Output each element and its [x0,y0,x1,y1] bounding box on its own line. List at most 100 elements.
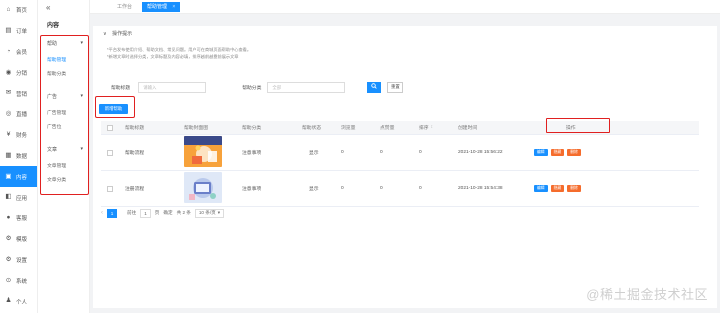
sidebar-item[interactable]: ◉ 分销 [0,62,37,83]
checkbox[interactable] [107,185,113,192]
sidebar-item[interactable]: ● 客服 [0,208,37,229]
sidebar-item[interactable]: ⊙ 系统 [0,270,37,291]
edit-button[interactable]: 编辑 [534,149,548,156]
submenu-group-label: 文章 [47,147,58,153]
sidebar-item[interactable]: ✉ 营销 [0,83,37,104]
service-icon: ● [6,214,11,222]
row-checkbox[interactable] [107,171,113,206]
cell-cover [184,171,222,206]
add-help-button[interactable]: 新增帮助 [99,104,128,114]
delete-button[interactable]: 删除 [567,185,581,192]
submenu-group[interactable]: 文章 ▾ [47,146,83,153]
live-icon: ◎ [5,110,12,118]
title-label: 帮助标题 [111,85,131,91]
sidebar-item-label: 分销 [16,70,28,77]
hide-button[interactable]: 隐藏 [550,185,565,192]
title-input[interactable]: 请输入 [138,81,207,93]
cell-actions: 编辑 隐藏 删除 [534,171,584,206]
chevron-down-icon: ▾ [80,93,83,99]
tab-help-management[interactable]: 帮助管理 × [142,2,181,12]
sidebar-item[interactable]: ⚙ 模版 [0,229,37,250]
cell-created: 2021-10-28 15:54:38 [458,186,503,191]
category-select-value: 全部 [272,84,282,90]
select-all-checkbox[interactable] [107,121,113,134]
reset-button[interactable]: 重置 [387,81,404,93]
operation-tip-body: *平台发布使用介绍、帮助文档、常见问题。用户可在商城页面帮助中心查看。 *新增文… [107,46,251,60]
cell-category: 注意事项 [242,151,262,156]
jump-input[interactable]: 1 [140,208,151,218]
highlight-box-actions [546,118,610,133]
sidebar-item-label: 内容 [16,174,28,181]
chevron-down-icon: ▾ [80,40,83,46]
col-cover: 帮助封面图 [184,126,208,131]
category-label: 帮助分类 [242,85,262,91]
submenu-item[interactable]: 广告管理 [47,109,66,116]
row-checkbox[interactable] [107,135,113,170]
settings-icon: ⚙ [5,255,12,263]
sidebar-item-label: 营销 [16,91,28,98]
category-select[interactable]: 全部 [267,81,346,93]
sidebar-item[interactable]: ◧ 应用 [0,187,37,208]
cell-status: 显示 [309,151,319,156]
template-icon: ⚙ [5,234,12,242]
submenu-group-label: 帮助 [47,41,58,47]
cell-likes: 0 [380,186,383,191]
submenu-group[interactable]: 广告 ▾ [47,93,83,100]
cell-title: 帮助流程 [125,151,145,156]
operation-tip-header[interactable]: ∨ 操作提示 [103,30,132,37]
hide-button[interactable]: 隐藏 [550,149,565,156]
tab-label: 工作台 [117,4,133,10]
submenu-item[interactable]: 文章管理 [47,162,66,169]
sidebar-item-label: 首页 [16,8,28,15]
sidebar-item-label: 系统 [16,278,28,285]
tab-label: 帮助管理 [147,4,168,10]
tab-dashboard[interactable]: 工作台 [112,2,137,12]
page-size-select[interactable]: 10 条/页 ▾ [194,208,225,218]
sidebar-item[interactable]: ▣ 内容 [0,166,37,188]
col-sort[interactable]: 排序 ↕ [419,121,433,134]
search-button[interactable] [367,81,382,93]
cell-status: 显示 [309,187,319,192]
checkbox[interactable] [107,149,113,156]
submenu-item[interactable]: 帮助分类 [47,70,66,77]
watermark: @稀土掘金技术社区 [586,287,708,302]
sidebar-item-label: 直播 [16,112,28,119]
main-content: ∨ 操作提示 *平台发布使用介绍、帮助文档、常见问题。用户可在商城页面帮助中心查… [93,26,717,308]
close-icon[interactable]: × [172,4,175,10]
home-icon: ⌂ [6,6,11,14]
table-row: 帮助流程 注意事项 显示 0 0 0 2021-10-28 15:56:22 编辑 隐藏 删除 [101,135,699,171]
submenu-item[interactable]: 广告位 [47,123,61,130]
cell-title: 注册流程 [125,187,145,192]
col-title: 帮助标题 [125,126,145,131]
cell-actions: 编辑 隐藏 删除 [534,135,584,170]
sidebar-item-label: 应用 [16,195,28,202]
prev-page-button[interactable]: ‹ [101,210,103,216]
collapse-icon[interactable]: « [46,3,50,12]
page-1[interactable]: 1 [107,208,117,218]
sidebar-item[interactable]: ◎ 直播 [0,104,37,125]
sidebar-item[interactable]: ♟ 个人 [0,291,37,312]
sidebar-item[interactable]: ⚙ 设置 [0,250,37,271]
sidebar-item[interactable]: ⌂ 首页 [0,0,37,21]
sidebar-item-label: 会员 [16,49,28,56]
delete-button[interactable]: 删除 [567,149,581,156]
sidebar-item[interactable]: ¥ 财务 [0,125,37,146]
submenu-group-label: 广告 [47,94,58,100]
submenu-item[interactable]: 文章分类 [47,176,66,183]
apps-icon: ◧ [5,193,12,201]
total-count: 共 2 条 [176,210,191,215]
submenu-item[interactable]: 帮助管理 [47,56,66,63]
sidebar-item[interactable]: ◔ 会员 [0,42,37,63]
cell-category: 注意事项 [242,187,262,192]
sidebar-item[interactable]: ▤ 订单 [0,21,37,42]
confirm-button[interactable]: 确定 [163,210,172,216]
cell-cover [184,135,222,170]
data-icon: ▦ [5,151,12,159]
user-icon: ♟ [5,297,12,305]
sidebar-item[interactable]: ▦ 数据 [0,146,37,167]
content-icon: ▣ [5,172,12,180]
submenu-group[interactable]: 帮助 ▾ [47,40,83,47]
edit-button[interactable]: 编辑 [534,185,548,192]
cell-sort: 0 [419,150,422,155]
cell-views: 0 [341,150,344,155]
